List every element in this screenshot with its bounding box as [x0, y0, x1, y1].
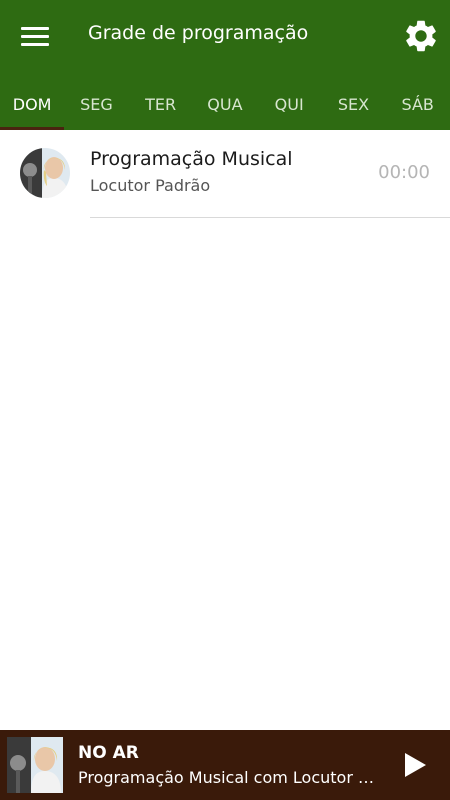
avatar: [20, 148, 70, 198]
tab-ter[interactable]: TER: [129, 78, 193, 130]
divider: [90, 217, 450, 218]
tab-qui[interactable]: QUI: [257, 78, 321, 130]
play-icon[interactable]: [400, 750, 430, 780]
tab-sex[interactable]: SEX: [321, 78, 385, 130]
tab-seg[interactable]: SEG: [64, 78, 128, 130]
now-playing-title: Programação Musical com Locutor Padrão: [78, 768, 378, 787]
schedule-list: Programação Musical Locutor Padrão 00:00: [0, 130, 450, 218]
now-playing-thumbnail: [7, 737, 63, 793]
list-item[interactable]: Programação Musical Locutor Padrão 00:00: [0, 130, 450, 218]
now-playing-bar[interactable]: NO AR Programação Musical com Locutor Pa…: [0, 730, 450, 800]
program-time: 00:00: [378, 162, 430, 183]
app-bar: Grade de programação DOM SEG TER QUA QUI…: [0, 0, 450, 130]
on-air-label: NO AR: [78, 743, 139, 763]
program-host: Locutor Padrão: [90, 176, 211, 195]
day-tabs: DOM SEG TER QUA QUI SEX SÁB: [0, 78, 450, 130]
page-title: Grade de programação: [88, 22, 309, 44]
program-title: Programação Musical: [90, 148, 293, 170]
hamburger-menu-icon[interactable]: [14, 17, 56, 55]
tab-dom[interactable]: DOM: [0, 78, 65, 130]
tab-qua[interactable]: QUA: [193, 78, 257, 130]
tab-sab[interactable]: SÁB: [386, 78, 450, 130]
gear-icon[interactable]: [402, 17, 440, 55]
